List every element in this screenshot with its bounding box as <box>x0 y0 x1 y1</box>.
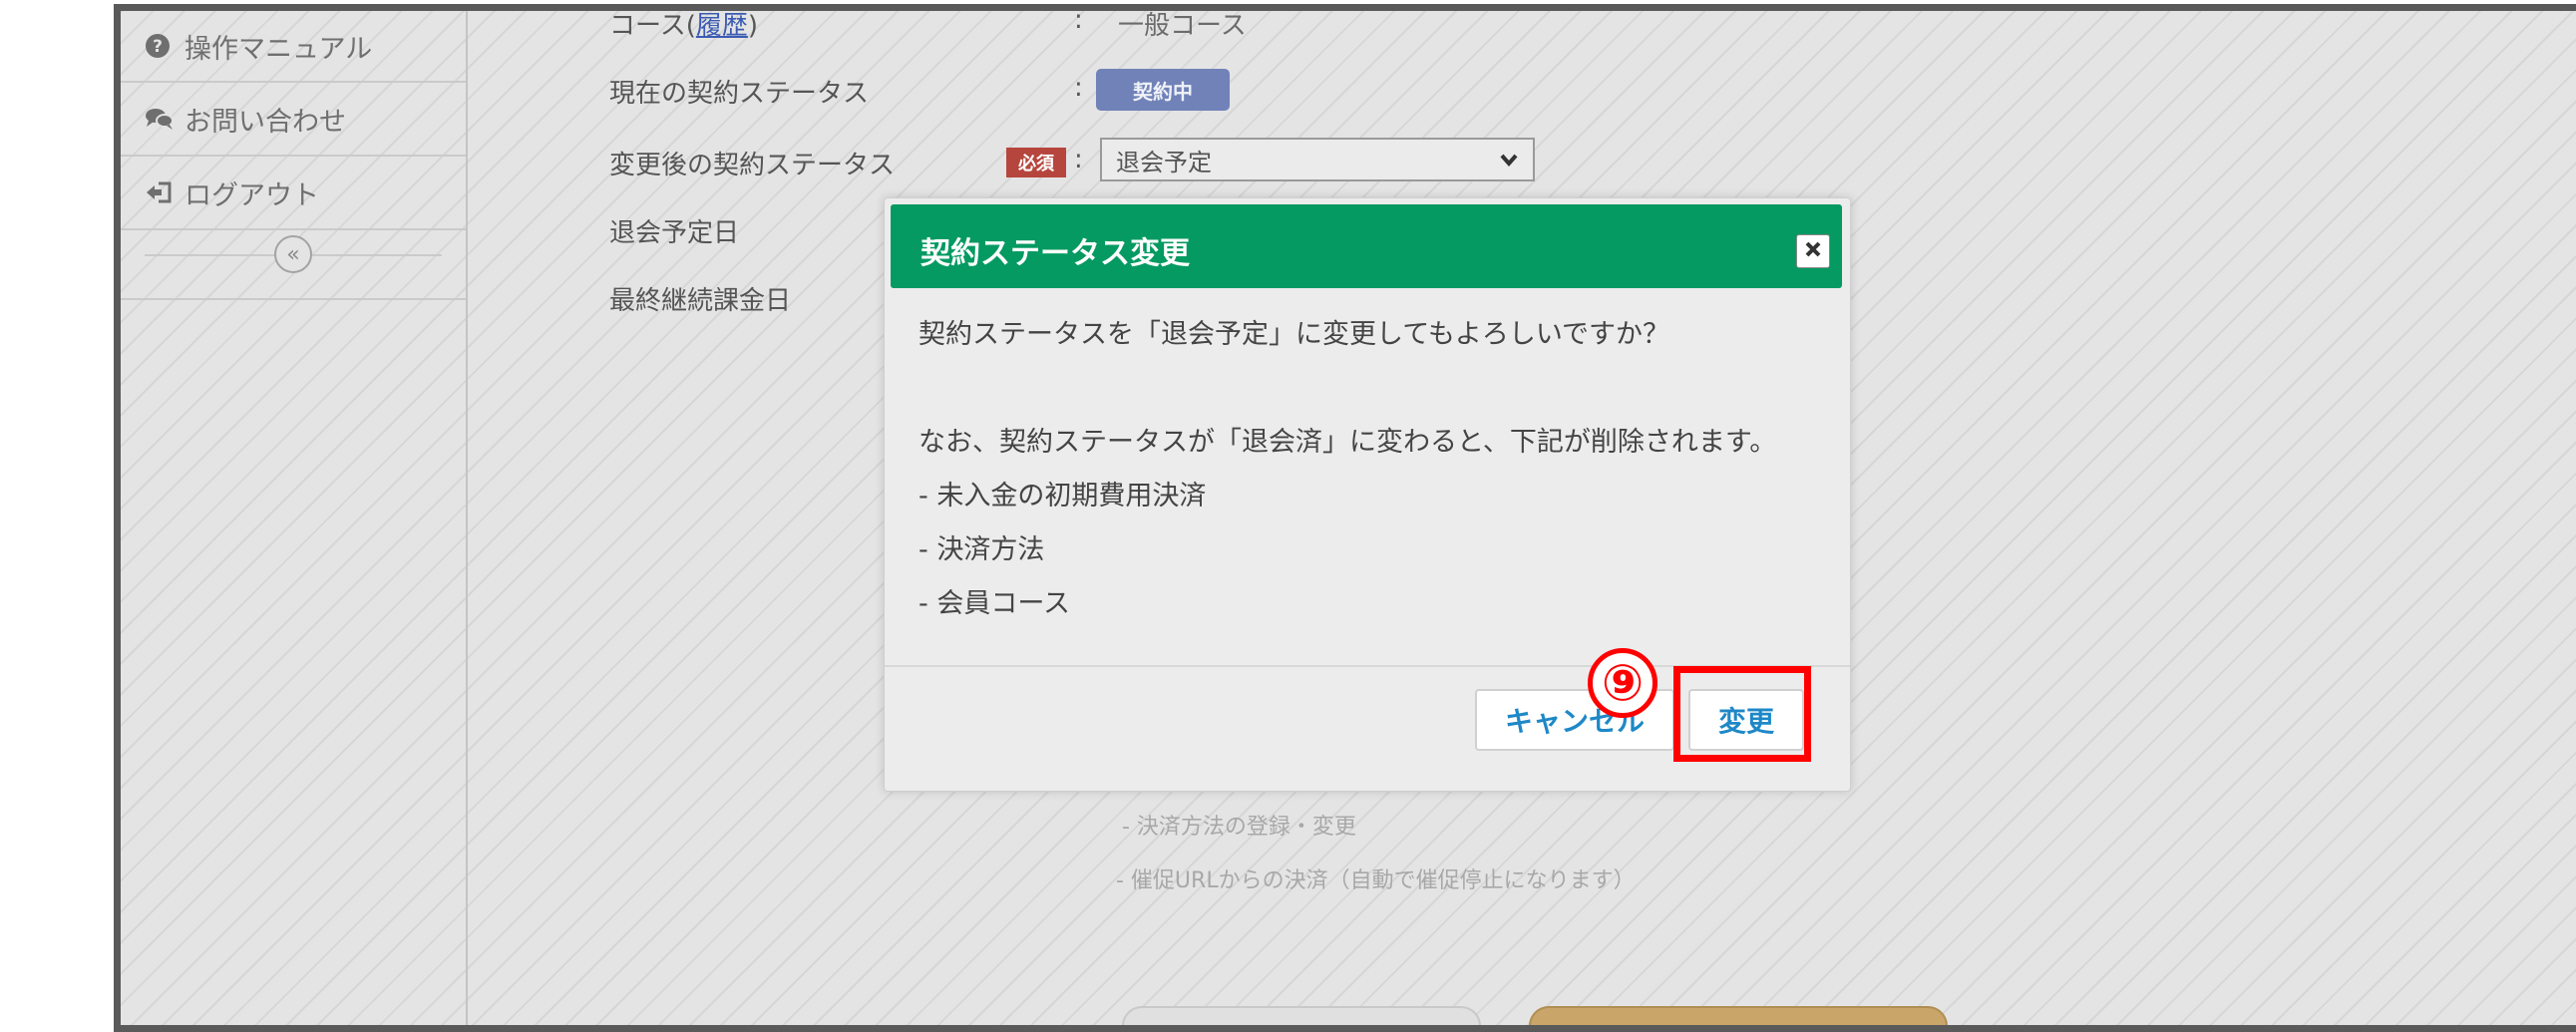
double-chevron-left-icon: « <box>286 241 300 267</box>
deleted-item: - 決済方法 <box>919 534 1045 565</box>
course-history-link[interactable]: 履歴 <box>696 11 748 41</box>
note-reminder-url: - 催促URLからの決済（自動で催促停止になります） <box>1116 868 1636 893</box>
new-status-colon: : <box>1074 145 1083 174</box>
close-button[interactable] <box>1796 234 1830 268</box>
question-circle-icon: ? <box>145 33 184 59</box>
confirm-message: 契約ステータスを「退会予定」に変更してもよろしいですか？ <box>919 319 1670 350</box>
sidebar-item-label: ログアウト <box>184 179 319 211</box>
course-colon: : <box>1074 5 1083 35</box>
status-badge: 契約中 <box>1096 69 1230 111</box>
sidebar-item-label: お問い合わせ <box>184 106 346 138</box>
deleted-item: - 未入金の初期費用決済 <box>919 481 1207 512</box>
course-value: 一般コース <box>1118 11 1247 41</box>
new-status-selected-value: 退会予定 <box>1116 148 1212 176</box>
note-payment-method: - 決済方法の登録・変更 <box>1122 815 1356 840</box>
highlight-box <box>1673 666 1811 762</box>
deletion-notice: なお、契約ステータスが「退会済」に変わると、下記が削除されます。 <box>919 427 1777 458</box>
chevron-down-icon <box>1499 148 1519 177</box>
course-label: コース( <box>609 11 696 41</box>
last-billing-date-label: 最終継続課金日 <box>609 286 792 316</box>
current-status-label: 現在の契約ステータス <box>609 79 870 109</box>
collapse-sidebar-button[interactable]: « <box>274 235 312 273</box>
sidebar-item-contact[interactable]: お問い合わせ <box>121 83 466 157</box>
sidebar-item-label: 操作マニュアル <box>184 33 373 65</box>
logout-icon <box>145 180 184 204</box>
new-status-label: 変更後の契約ステータス <box>609 151 896 180</box>
background-submit-button[interactable] <box>1529 1006 1948 1025</box>
planned-leave-date-label: 退会予定日 <box>609 218 740 248</box>
modal-header: 契約ステータス変更 <box>891 204 1842 288</box>
course-row: コース(履歴) <box>609 11 759 42</box>
sidebar-item-manual[interactable]: ? 操作マニュアル <box>121 11 466 83</box>
background-back-button[interactable] <box>1122 1006 1481 1025</box>
current-status-colon: : <box>1074 73 1083 103</box>
modal-title: 契約ステータス変更 <box>920 236 1190 271</box>
sidebar-item-logout[interactable]: ログアウト <box>121 157 466 230</box>
sidebar: ? 操作マニュアル お問い合わせ ログアウト « <box>121 11 468 1025</box>
course-label-end: ) <box>747 11 759 41</box>
modal-body: 契約ステータスを「退会予定」に変更してもよろしいですか？ なお、契約ステータスが… <box>919 308 1816 631</box>
close-icon <box>1804 240 1822 262</box>
svg-text:?: ? <box>153 37 163 57</box>
sidebar-collapse: « <box>121 230 466 300</box>
new-status-select[interactable]: 退会予定 <box>1100 138 1535 181</box>
deleted-item: - 会員コース <box>919 588 1070 619</box>
required-badge: 必須 <box>1006 148 1066 177</box>
chat-icon <box>145 107 184 131</box>
step-number-badge: ⑨ <box>1588 648 1657 718</box>
